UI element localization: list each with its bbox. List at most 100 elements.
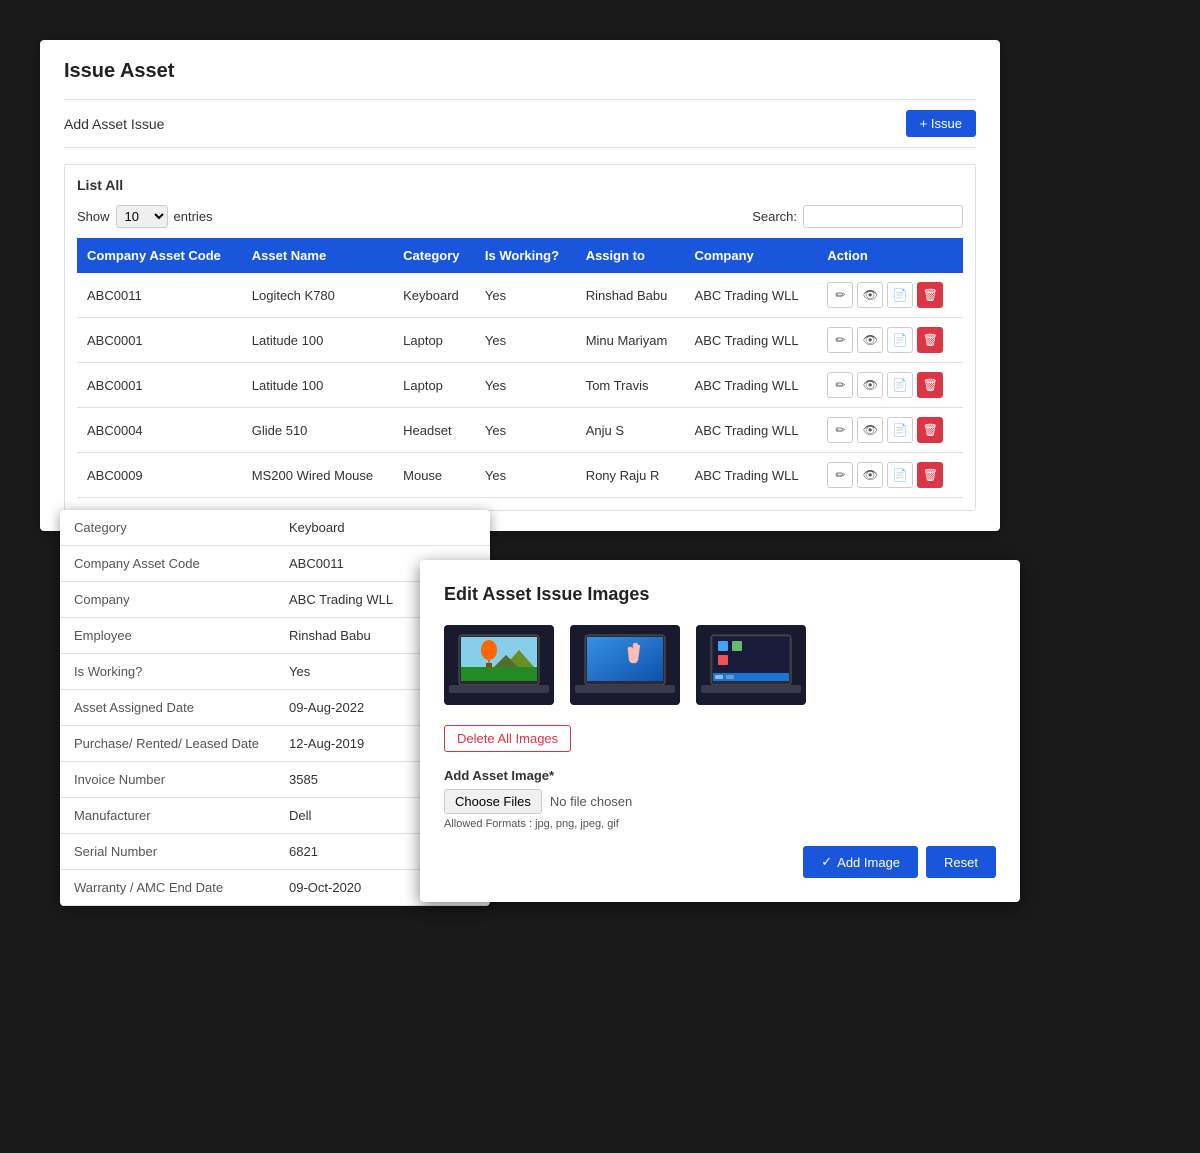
cell-category: Laptop <box>393 318 475 363</box>
cell-name: MS200 Wired Mouse <box>242 453 393 498</box>
detail-label: Employee <box>60 618 275 654</box>
cell-working: Yes <box>475 363 576 408</box>
edit-button[interactable]: ✏ <box>827 282 853 308</box>
search-box: Search: <box>752 205 963 228</box>
col-company: Company <box>685 238 818 273</box>
col-code: Company Asset Code <box>77 238 242 273</box>
show-label: Show <box>77 209 110 224</box>
cell-name: Logitech K780 <box>242 273 393 318</box>
add-image-label-btn: Add Image <box>837 855 900 870</box>
add-image-button[interactable]: ✓ Add Image <box>803 846 918 878</box>
cell-category: Mouse <box>393 453 475 498</box>
detail-label: Company <box>60 582 275 618</box>
col-category: Category <box>393 238 475 273</box>
delete-button[interactable]: 🗑 <box>917 417 943 443</box>
cell-company: ABC Trading WLL <box>685 408 818 453</box>
cell-company: ABC Trading WLL <box>685 273 818 318</box>
delete-button[interactable]: 🗑 <box>917 327 943 353</box>
doc-button[interactable]: 📄 <box>887 417 913 443</box>
delete-button[interactable]: 🗑 <box>917 372 943 398</box>
detail-label: Company Asset Code <box>60 546 275 582</box>
action-buttons: ✏ 👁 📄 🗑 <box>827 462 953 488</box>
detail-row: Category Keyboard <box>60 510 490 546</box>
cell-action: ✏ 👁 📄 🗑 <box>817 453 963 498</box>
image-thumb-3 <box>696 625 806 705</box>
cell-working: Yes <box>475 408 576 453</box>
view-button[interactable]: 👁 <box>857 282 883 308</box>
delete-all-button[interactable]: Delete All Images <box>444 725 571 752</box>
view-button[interactable]: 👁 <box>857 462 883 488</box>
checkmark-icon: ✓ <box>821 854 832 870</box>
doc-button[interactable]: 📄 <box>887 462 913 488</box>
cell-name: Latitude 100 <box>242 318 393 363</box>
edit-images-title: Edit Asset Issue Images <box>444 584 996 605</box>
cell-action: ✏ 👁 📄 🗑 <box>817 408 963 453</box>
cell-code: ABC0004 <box>77 408 242 453</box>
allowed-formats: Allowed Formats : jpg, png, jpeg, gif <box>444 818 996 830</box>
page-title: Issue Asset <box>64 60 976 83</box>
cell-name: Glide 510 <box>242 408 393 453</box>
cell-assign: Rinshad Babu <box>576 273 685 318</box>
view-button[interactable]: 👁 <box>857 417 883 443</box>
detail-label: Purchase/ Rented/ Leased Date <box>60 726 275 762</box>
detail-label: Manufacturer <box>60 798 275 834</box>
cell-company: ABC Trading WLL <box>685 453 818 498</box>
col-assign: Assign to <box>576 238 685 273</box>
entries-label: entries <box>174 209 213 224</box>
cell-company: ABC Trading WLL <box>685 363 818 408</box>
cell-company: ABC Trading WLL <box>685 318 818 363</box>
cell-code: ABC0011 <box>77 273 242 318</box>
no-file-text: No file chosen <box>550 794 632 809</box>
image-thumb-2 <box>570 625 680 705</box>
edit-button[interactable]: ✏ <box>827 462 853 488</box>
cell-assign: Rony Raju R <box>576 453 685 498</box>
cell-code: ABC0009 <box>77 453 242 498</box>
file-input-row: Choose Files No file chosen <box>444 789 996 814</box>
view-button[interactable]: 👁 <box>857 327 883 353</box>
cell-working: Yes <box>475 273 576 318</box>
add-issue-bar: Add Asset Issue + Issue <box>64 99 976 148</box>
table-row: ABC0004 Glide 510 Headset Yes Anju S ABC… <box>77 408 963 453</box>
cell-working: Yes <box>475 453 576 498</box>
view-button[interactable]: 👁 <box>857 372 883 398</box>
image-thumb-1 <box>444 625 554 705</box>
delete-button[interactable]: 🗑 <box>917 282 943 308</box>
detail-label: Category <box>60 510 275 546</box>
cell-code: ABC0001 <box>77 318 242 363</box>
table-row: ABC0011 Logitech K780 Keyboard Yes Rinsh… <box>77 273 963 318</box>
edit-button[interactable]: ✏ <box>827 327 853 353</box>
list-all-title: List All <box>77 177 963 193</box>
add-image-label: Add Asset Image* <box>444 768 996 783</box>
detail-label: Asset Assigned Date <box>60 690 275 726</box>
list-all-section: List All Show 10 25 50 100 entries Searc… <box>64 164 976 511</box>
entries-select[interactable]: 10 25 50 100 <box>116 205 168 228</box>
edit-images-card: Edit Asset Issue Images <box>420 560 1020 902</box>
col-action: Action <box>817 238 963 273</box>
action-buttons: ✏ 👁 📄 🗑 <box>827 417 953 443</box>
table-row: ABC0001 Latitude 100 Laptop Yes Tom Trav… <box>77 363 963 408</box>
main-card: Issue Asset Add Asset Issue + Issue List… <box>40 40 1000 531</box>
table-row: ABC0001 Latitude 100 Laptop Yes Minu Mar… <box>77 318 963 363</box>
bottom-buttons: ✓ Add Image Reset <box>444 846 996 878</box>
asset-table: Company Asset Code Asset Name Category I… <box>77 238 963 498</box>
doc-button[interactable]: 📄 <box>887 372 913 398</box>
edit-button[interactable]: ✏ <box>827 372 853 398</box>
detail-label: Serial Number <box>60 834 275 870</box>
action-buttons: ✏ 👁 📄 🗑 <box>827 282 953 308</box>
reset-button[interactable]: Reset <box>926 846 996 878</box>
search-label: Search: <box>752 209 797 224</box>
search-input[interactable] <box>803 205 963 228</box>
delete-button[interactable]: 🗑 <box>917 462 943 488</box>
cell-action: ✏ 👁 📄 🗑 <box>817 318 963 363</box>
choose-files-button[interactable]: Choose Files <box>444 789 542 814</box>
issue-button[interactable]: + Issue <box>906 110 976 137</box>
action-buttons: ✏ 👁 📄 🗑 <box>827 327 953 353</box>
detail-label: Invoice Number <box>60 762 275 798</box>
doc-button[interactable]: 📄 <box>887 282 913 308</box>
cell-assign: Tom Travis <box>576 363 685 408</box>
cell-category: Keyboard <box>393 273 475 318</box>
doc-button[interactable]: 📄 <box>887 327 913 353</box>
show-entries: Show 10 25 50 100 entries <box>77 205 213 228</box>
edit-button[interactable]: ✏ <box>827 417 853 443</box>
detail-label: Is Working? <box>60 654 275 690</box>
